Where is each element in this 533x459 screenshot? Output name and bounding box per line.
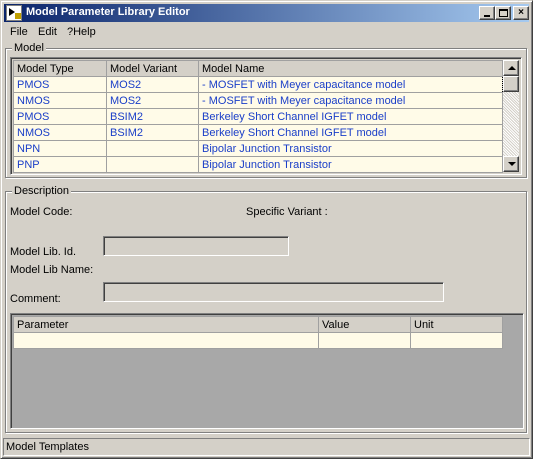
cell-model-type[interactable]: PMOS: [13, 76, 107, 93]
column-model-name[interactable]: Model Name: [198, 60, 503, 77]
cell-model-name[interactable]: - MOSFET with Meyer capacitance model: [198, 92, 503, 109]
model-lib-id-field[interactable]: [103, 236, 289, 256]
cell-value[interactable]: [318, 332, 411, 349]
cell-model-name[interactable]: Bipolar Junction Transistor: [198, 156, 503, 173]
scroll-thumb[interactable]: [503, 76, 519, 92]
window-title: Model Parameter Library Editor: [26, 6, 190, 18]
model-group-title: Model: [12, 42, 46, 54]
cell-model-variant[interactable]: BSIM2: [106, 124, 199, 141]
cell-model-type[interactable]: NMOS: [13, 124, 107, 141]
column-unit[interactable]: Unit: [410, 316, 503, 333]
model-list-scrollbar[interactable]: [503, 60, 519, 172]
cell-parameter[interactable]: [13, 332, 319, 349]
cell-model-variant[interactable]: MOS2: [106, 92, 199, 109]
column-model-variant[interactable]: Model Variant: [106, 60, 199, 77]
cell-model-type[interactable]: NMOS: [13, 92, 107, 109]
cell-model-type[interactable]: NPN: [13, 140, 107, 157]
specific-variant-label: Specific Variant :: [246, 206, 328, 218]
model-list: Model Type Model Variant Model Name PMOS…: [10, 57, 522, 175]
arrow-down-icon: [508, 162, 516, 166]
cell-model-type[interactable]: PMOS: [13, 108, 107, 125]
parameter-grid: Parameter Value Unit: [10, 313, 524, 429]
app-icon[interactable]: [6, 5, 22, 21]
minimize-button[interactable]: [479, 6, 495, 20]
table-row[interactable]: PMOS BSIM2 Berkeley Short Channel IGFET …: [13, 108, 503, 125]
model-group: Model Model Type Model Variant Model Nam…: [5, 42, 527, 178]
close-button[interactable]: ×: [513, 6, 529, 20]
table-row[interactable]: [13, 332, 503, 349]
model-lib-name-label: Model Lib Name:: [10, 264, 94, 276]
scroll-track[interactable]: [503, 92, 519, 156]
parameter-table: Parameter Value Unit: [13, 316, 503, 349]
table-row[interactable]: NMOS BSIM2 Berkeley Short Channel IGFET …: [13, 124, 503, 141]
status-bar: Model Templates: [3, 438, 530, 456]
menu-file[interactable]: File: [10, 26, 28, 38]
cell-model-name[interactable]: Bipolar Junction Transistor: [198, 140, 503, 157]
description-group: Description Model Code: Specific Variant…: [5, 185, 527, 433]
title-bar[interactable]: Model Parameter Library Editor ×: [4, 4, 529, 22]
cell-model-variant[interactable]: [106, 156, 199, 173]
scroll-down-button[interactable]: [503, 156, 519, 172]
column-parameter[interactable]: Parameter: [13, 316, 319, 333]
cell-model-name[interactable]: Berkeley Short Channel IGFET model: [198, 108, 503, 125]
description-group-title: Description: [12, 185, 72, 197]
cell-model-variant[interactable]: [106, 140, 199, 157]
menu-bar: File Edit ?Help: [4, 23, 529, 41]
maximize-button[interactable]: [495, 6, 511, 20]
comment-field[interactable]: [103, 282, 444, 302]
parameter-table-header: Parameter Value Unit: [13, 316, 503, 333]
table-row[interactable]: PNP Bipolar Junction Transistor: [13, 156, 503, 173]
menu-help[interactable]: ?Help: [67, 26, 96, 38]
arrow-up-icon: [508, 66, 516, 70]
model-table-header: Model Type Model Variant Model Name: [13, 60, 503, 77]
scroll-up-button[interactable]: [503, 60, 519, 76]
model-table: Model Type Model Variant Model Name PMOS…: [13, 60, 503, 173]
cell-model-variant[interactable]: MOS2: [106, 76, 199, 93]
column-value[interactable]: Value: [318, 316, 411, 333]
table-row[interactable]: NPN Bipolar Junction Transistor: [13, 140, 503, 157]
main-window: Model Parameter Library Editor × File Ed…: [0, 0, 533, 459]
model-code-label: Model Code:: [10, 206, 73, 218]
comment-label: Comment:: [10, 293, 61, 305]
model-lib-id-label: Model Lib. Id.: [10, 246, 77, 258]
menu-edit[interactable]: Edit: [38, 26, 57, 38]
table-row[interactable]: PMOS MOS2 - MOSFET with Meyer capacitanc…: [13, 76, 503, 93]
status-text: Model Templates: [6, 441, 89, 453]
cell-unit[interactable]: [410, 332, 503, 349]
cell-model-variant[interactable]: BSIM2: [106, 108, 199, 125]
table-row[interactable]: NMOS MOS2 - MOSFET with Meyer capacitanc…: [13, 92, 503, 109]
column-model-type[interactable]: Model Type: [13, 60, 107, 77]
cell-model-name[interactable]: Berkeley Short Channel IGFET model: [198, 124, 503, 141]
cell-model-type[interactable]: PNP: [13, 156, 107, 173]
cell-model-name[interactable]: - MOSFET with Meyer capacitance model: [198, 76, 503, 93]
